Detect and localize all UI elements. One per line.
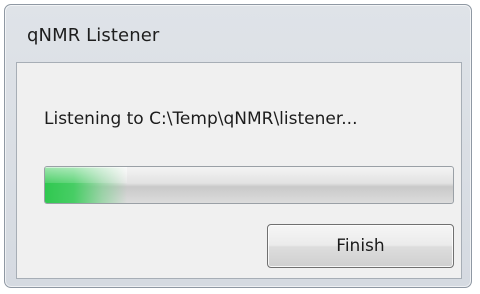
progress-bar: [44, 166, 454, 204]
dialog-client-area: Listening to C:\Temp\qNMR\listener... Fi…: [16, 62, 462, 279]
window-title: qNMR Listener: [27, 25, 160, 46]
finish-button[interactable]: Finish: [267, 224, 454, 268]
dialog-window: qNMR Listener Listening to C:\Temp\qNMR\…: [4, 4, 472, 288]
status-message: Listening to C:\Temp\qNMR\listener...: [44, 109, 358, 129]
progress-fill: [45, 167, 127, 203]
